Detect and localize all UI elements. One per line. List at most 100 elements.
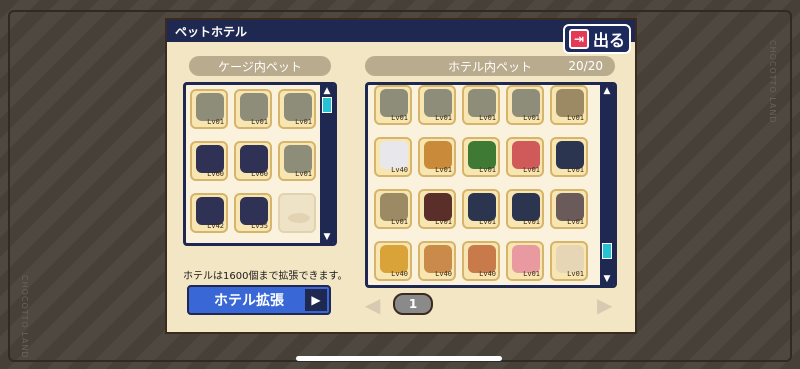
scroll-up-icon[interactable]: ▲ [321, 86, 333, 96]
scroll-up-icon[interactable]: ▲ [601, 86, 613, 96]
hotel-scroll-thumb[interactable] [602, 243, 612, 259]
pet-slot[interactable]: Lv01 [550, 241, 588, 281]
pet-portrait-icon [556, 245, 584, 273]
pet-level: Lv40 [391, 166, 408, 174]
pet-slot[interactable]: Lv42 [190, 193, 228, 233]
pet-slot[interactable]: Lv01 [550, 189, 588, 229]
pet-level: Lv01 [251, 118, 268, 126]
pet-portrait-icon [196, 197, 224, 225]
pet-slot[interactable]: Lv01 [506, 137, 544, 177]
pet-slot[interactable]: Lv01 [506, 85, 544, 125]
watermark-right: CHOCOTTO LAND [768, 40, 777, 124]
pet-slot[interactable]: Lv01 [550, 85, 588, 125]
pet-level: Lv01 [479, 114, 496, 122]
pet-portrait-icon [512, 193, 540, 221]
pet-slot[interactable]: Lv60 [190, 141, 228, 181]
scroll-down-icon[interactable]: ▼ [601, 274, 613, 284]
pet-slot[interactable]: Lv01 [190, 89, 228, 129]
watermark-left: CHOCOTTO LAND [20, 275, 29, 359]
page-number: 1 [393, 293, 433, 315]
expand-hotel-label: ホテル拡張 [214, 293, 284, 309]
hotel-scrollbar[interactable]: ▲ ▼ [600, 85, 614, 285]
pet-portrait-icon [512, 245, 540, 273]
expand-hotel-button[interactable]: ホテル拡張 ▶ [187, 285, 331, 315]
cage-scrollbar[interactable]: ▲ ▼ [320, 85, 334, 243]
pet-portrait-icon [556, 193, 584, 221]
pet-level: Lv01 [479, 218, 496, 226]
pet-portrait-icon [240, 197, 268, 225]
pet-level: Lv01 [523, 218, 540, 226]
hotel-header-label: ホテル内ペット [447, 59, 532, 74]
prev-page-arrow-icon[interactable]: ◀ [365, 293, 380, 317]
pet-slot[interactable]: Lv01 [462, 189, 500, 229]
pet-level: Lv40 [435, 270, 452, 278]
expand-info-text: ホテルは1600個まで拡張できます。 [183, 271, 348, 282]
pet-slot[interactable]: Lv40 [418, 241, 456, 281]
pet-portrait-icon [424, 193, 452, 221]
pet-portrait-icon [380, 89, 408, 117]
pet-portrait-icon [284, 145, 312, 173]
pet-level: Lv01 [523, 166, 540, 174]
pet-portrait-icon [196, 145, 224, 173]
pet-slot[interactable]: Lv01 [278, 89, 316, 129]
pet-portrait-icon [468, 141, 496, 169]
pet-portrait-icon [240, 145, 268, 173]
pet-level: Lv01 [479, 166, 496, 174]
pet-slot[interactable]: Lv01 [278, 141, 316, 181]
pet-portrait-icon [240, 93, 268, 121]
pet-slot[interactable]: Lv01 [374, 85, 412, 125]
pet-slot[interactable]: Lv01 [234, 89, 272, 129]
pet-slot[interactable]: Lv01 [374, 189, 412, 229]
pet-level: Lv01 [435, 114, 452, 122]
pet-slot[interactable]: Lv40 [374, 137, 412, 177]
pet-slot[interactable]: Lv01 [506, 189, 544, 229]
pet-level: Lv01 [391, 218, 408, 226]
pet-slot[interactable]: Lv01 [418, 189, 456, 229]
pet-hotel-window: ペットホテル ⇥ 出る ケージ内ペット Lv01 Lv01 Lv01 Lv60 Lv60… [165, 18, 637, 334]
pet-level: Lv01 [435, 218, 452, 226]
play-arrow-icon: ▶ [305, 289, 327, 311]
pet-level: Lv60 [207, 170, 224, 178]
pet-level: Lv40 [391, 270, 408, 278]
pet-portrait-icon [556, 141, 584, 169]
hotel-pet-grid: Lv01 Lv01 Lv01 Lv01 Lv01 Lv40 Lv01 Lv01 Lv01 Lv01… [365, 82, 617, 288]
pet-portrait-icon [284, 93, 312, 121]
pet-portrait-icon [380, 141, 408, 169]
pet-slot[interactable]: Lv01 [418, 85, 456, 125]
pet-level: Lv01 [391, 114, 408, 122]
pet-portrait-icon [556, 89, 584, 117]
pet-level: Lv01 [567, 218, 584, 226]
exit-button[interactable]: ⇥ 出る [563, 24, 631, 54]
pet-slot[interactable]: Lv01 [506, 241, 544, 281]
pet-portrait-icon [512, 141, 540, 169]
pet-portrait-icon [424, 141, 452, 169]
pet-level: Lv01 [207, 118, 224, 126]
hotel-panel-header: ホテル内ペット 20/20 [365, 56, 615, 76]
hotel-count: 20/20 [568, 59, 603, 73]
pet-portrait-icon [424, 245, 452, 273]
pet-slot[interactable]: Lv01 [462, 137, 500, 177]
pet-portrait-icon [468, 89, 496, 117]
pet-level: Lv01 [567, 270, 584, 278]
pet-slot[interactable] [278, 193, 316, 233]
cage-scroll-thumb[interactable] [322, 97, 332, 113]
pet-slot[interactable]: Lv40 [374, 241, 412, 281]
pet-slot[interactable]: Lv01 [418, 137, 456, 177]
pet-portrait-icon [380, 193, 408, 221]
pet-slot[interactable]: Lv55 [234, 193, 272, 233]
pet-slot[interactable]: Lv01 [462, 85, 500, 125]
pet-slot[interactable]: Lv40 [462, 241, 500, 281]
cage-pet-grid: Lv01 Lv01 Lv01 Lv60 Lv60 Lv01 Lv42 Lv55 ▲ ▼ [183, 82, 337, 246]
pet-slot[interactable]: Lv01 [550, 137, 588, 177]
pet-portrait-icon [468, 193, 496, 221]
pet-level: Lv01 [435, 166, 452, 174]
scroll-down-icon[interactable]: ▼ [321, 232, 333, 242]
pet-portrait-icon [512, 89, 540, 117]
pet-level: Lv42 [207, 222, 224, 230]
pet-portrait-icon [468, 245, 496, 273]
pet-slot[interactable]: Lv60 [234, 141, 272, 181]
next-page-arrow-icon[interactable]: ▶ [597, 293, 612, 317]
pet-level: Lv60 [251, 170, 268, 178]
pet-portrait-icon [424, 89, 452, 117]
home-indicator [296, 356, 502, 361]
